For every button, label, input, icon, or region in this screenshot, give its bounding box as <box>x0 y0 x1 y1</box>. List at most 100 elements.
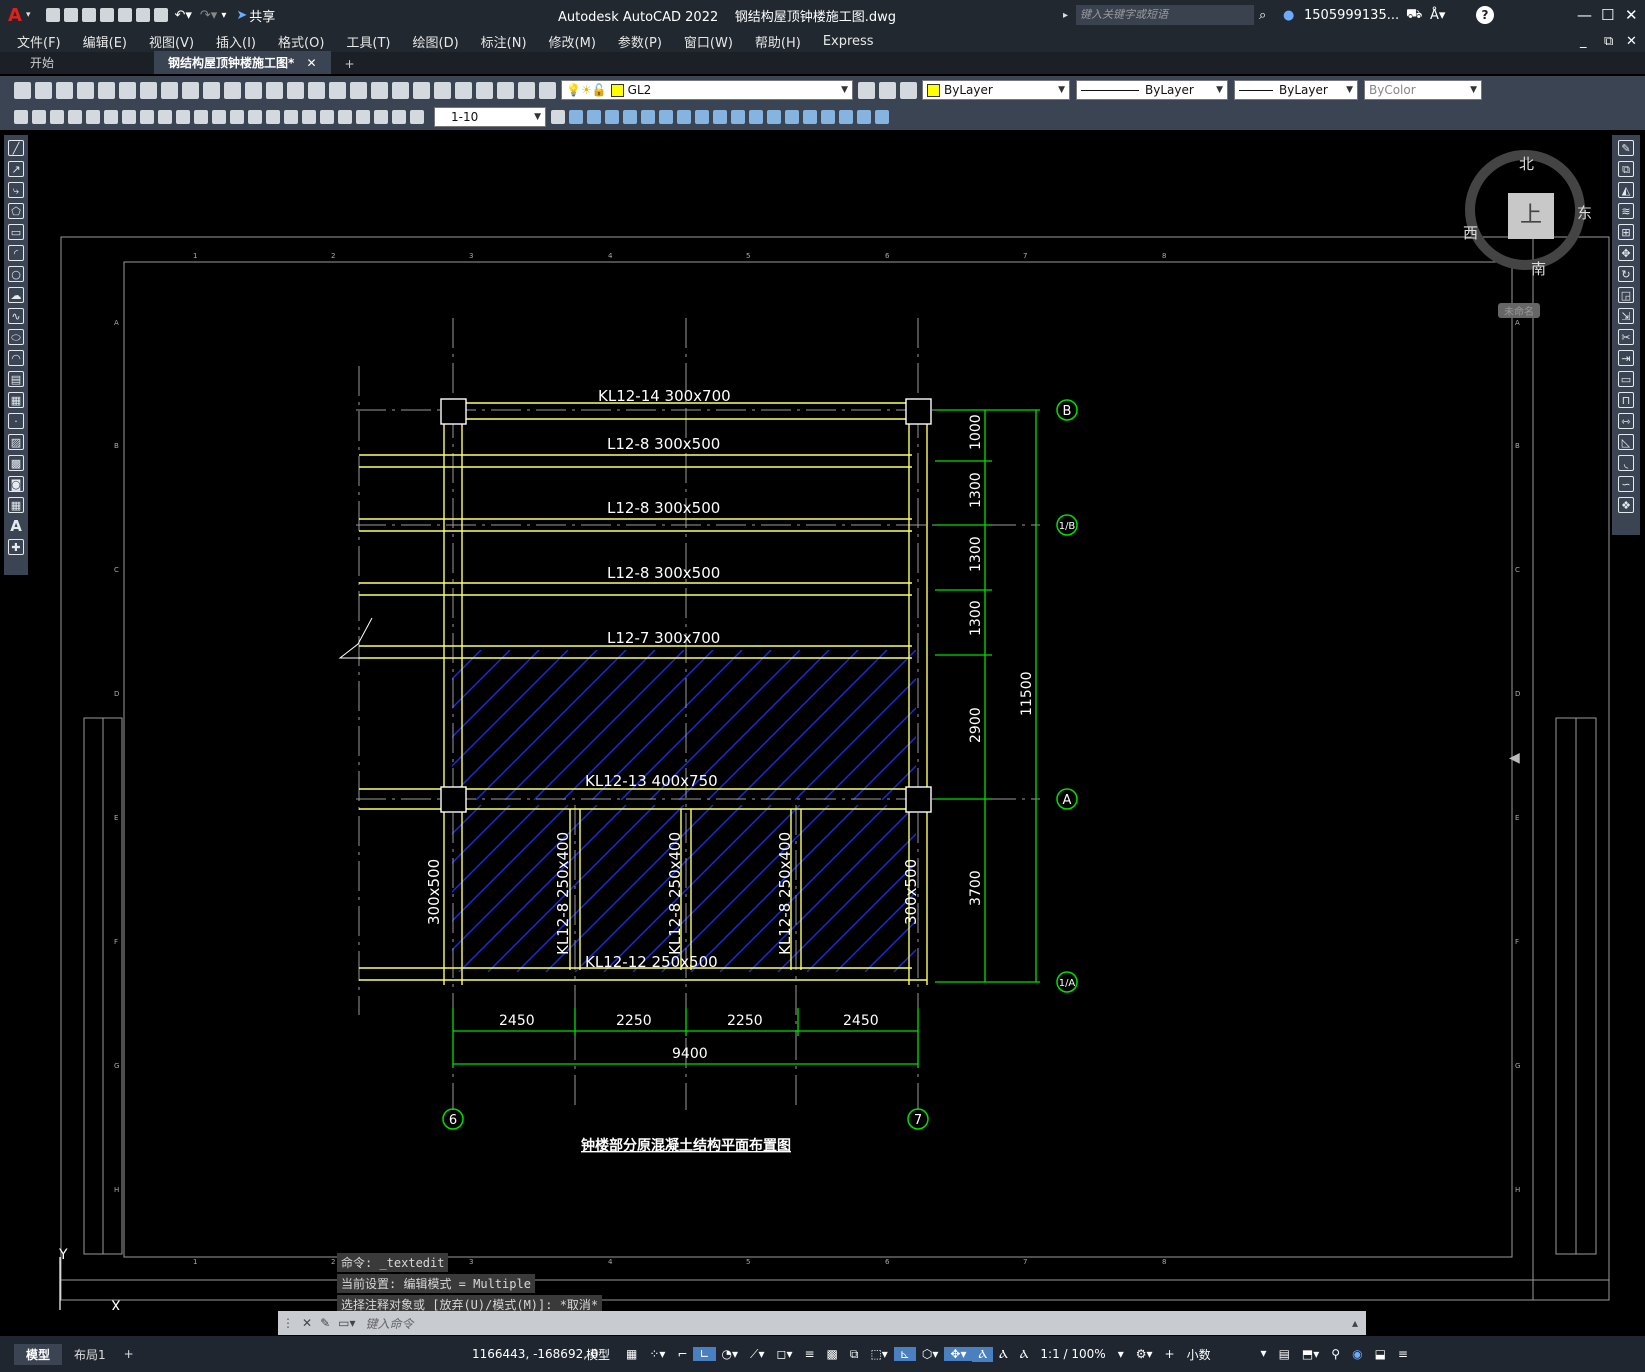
dim-break-icon[interactable] <box>284 110 298 124</box>
revolve-icon[interactable] <box>641 110 655 124</box>
blend-curves-icon[interactable]: ∽ <box>1618 476 1634 492</box>
chamfer-icon[interactable]: ◺ <box>1618 434 1634 450</box>
section-plane-icon[interactable] <box>857 110 871 124</box>
layer-dropdown[interactable]: 💡 ☀ 🔓 GL2 ▼ <box>561 80 853 100</box>
lineweight-icon[interactable]: ≡ <box>798 1347 820 1361</box>
dim-update-icon[interactable] <box>410 110 424 124</box>
3d-wedge-icon[interactable] <box>587 110 601 124</box>
make-current-layer-icon[interactable] <box>858 81 875 99</box>
viewcube-north[interactable]: 北 <box>1519 153 1534 174</box>
drawing-cleanup-icon[interactable] <box>14 110 28 124</box>
copy-object-icon[interactable]: ⧉ <box>1618 161 1634 177</box>
layer-previous-icon[interactable] <box>879 81 896 99</box>
auto-scale-icon[interactable]: Ⲁ <box>993 1347 1014 1362</box>
annotation-visibility-icon[interactable]: Ⲁ <box>972 1346 994 1362</box>
offset-icon[interactable]: ≋ <box>1618 203 1634 219</box>
command-grip-icon[interactable]: ⋮ <box>278 1316 298 1330</box>
dim-diameter-icon[interactable] <box>176 110 190 124</box>
dynamic-ucs-icon[interactable]: ⊾ <box>893 1347 916 1361</box>
clean-screen-icon[interactable]: ⬓ <box>1369 1347 1392 1361</box>
undo-tb-icon[interactable] <box>266 81 283 99</box>
properties-icon[interactable] <box>392 81 409 99</box>
search-icon[interactable]: ⌕ <box>1259 8 1266 23</box>
snap-icon[interactable]: ⁘▾ <box>643 1347 671 1361</box>
share-icon[interactable]: ➤ <box>226 8 249 23</box>
command-recent-icon[interactable]: ▴ <box>1344 1316 1366 1330</box>
quick-properties-icon[interactable]: ▤ <box>1273 1347 1296 1361</box>
dim-linear-icon[interactable] <box>68 110 82 124</box>
table-icon[interactable] <box>32 110 46 124</box>
polar-icon[interactable]: ◔▾ <box>716 1347 745 1361</box>
save-tb-icon[interactable] <box>56 81 73 99</box>
3d-box-icon[interactable] <box>569 110 583 124</box>
tab-active-drawing[interactable]: 钢结构屋顶钟楼施工图* ✕ <box>154 51 331 74</box>
calculator-icon[interactable] <box>497 81 514 99</box>
menu-format[interactable]: 格式(O) <box>267 32 335 51</box>
pan-icon[interactable] <box>308 81 325 99</box>
quick-dim-icon[interactable] <box>212 110 226 124</box>
menu-edit[interactable]: 编辑(E) <box>72 32 138 51</box>
new-icon[interactable] <box>14 81 31 99</box>
dim-text-edit-icon[interactable] <box>392 110 406 124</box>
menu-modify[interactable]: 修改(M) <box>538 32 607 51</box>
save-web-icon[interactable] <box>136 8 151 22</box>
break-at-point-icon[interactable]: ▭ <box>1618 371 1634 387</box>
viewcube-south[interactable]: 南 <box>1531 258 1546 279</box>
autodesk-a360-icon[interactable]: Å▾ <box>1430 8 1445 23</box>
cut-icon[interactable] <box>161 81 178 99</box>
3d-array-icon[interactable] <box>839 110 853 124</box>
extend-icon[interactable]: ⇥ <box>1618 350 1634 366</box>
viewcube-east[interactable]: 东 <box>1577 202 1592 223</box>
wcs-menu[interactable]: 未命名 <box>1498 303 1540 318</box>
isodraft-icon[interactable]: ⟋▾ <box>744 1347 770 1362</box>
join-icon[interactable]: ⇿ <box>1618 413 1634 429</box>
collapse-arrow-icon[interactable]: ◀ <box>1509 750 1520 766</box>
redo-icon[interactable]: ↷▾ <box>196 8 221 23</box>
menu-window[interactable]: 窗口(W) <box>673 32 744 51</box>
osnap-icon[interactable]: ◻▾ <box>770 1347 798 1361</box>
menu-express[interactable]: Express <box>812 34 885 49</box>
plot-icon[interactable] <box>154 8 169 22</box>
dim-angular-icon[interactable] <box>194 110 208 124</box>
open-file-icon[interactable] <box>64 8 79 22</box>
intersect-icon[interactable] <box>731 110 745 124</box>
explode-icon[interactable]: ❖ <box>1618 497 1634 513</box>
doc-close-icon[interactable]: ✕ <box>1626 34 1637 49</box>
command-close-icon[interactable]: ✕ <box>298 1316 316 1330</box>
mirror-icon[interactable]: ◭ <box>1618 182 1634 198</box>
cart-icon[interactable]: ⛟ <box>1406 7 1422 24</box>
layer-thaw-icon[interactable]: ☀ <box>581 83 592 97</box>
close-icon[interactable]: ✕ <box>1616 6 1645 24</box>
markup-icon[interactable] <box>476 81 493 99</box>
viewcube-top-face[interactable]: 上 <box>1508 193 1554 239</box>
layer-states-icon[interactable] <box>900 81 917 99</box>
customization-icon[interactable]: ≡ <box>1392 1347 1414 1361</box>
break-icon[interactable]: ⊓ <box>1618 392 1634 408</box>
trim-icon[interactable]: ✂ <box>1618 329 1634 345</box>
selection-cycling-icon[interactable]: ⧉ <box>844 1347 865 1362</box>
layer-lock-icon[interactable]: 🔓 <box>592 83 607 97</box>
model-space-button[interactable]: 模型 <box>580 1346 616 1363</box>
sheet-set-icon[interactable] <box>455 81 472 99</box>
slice-icon[interactable] <box>749 110 763 124</box>
rotate-icon[interactable]: ↻ <box>1618 266 1634 282</box>
lineweight-dropdown[interactable]: ByLayer ▼ <box>1234 80 1358 100</box>
tab-close-icon[interactable]: ✕ <box>306 56 316 70</box>
3d-osnap-icon[interactable]: ⬚▾ <box>864 1347 893 1361</box>
dim-aligned-icon[interactable] <box>86 110 100 124</box>
search-input[interactable]: 键入关键字或短语 <box>1076 5 1254 25</box>
quick-layer-icon[interactable] <box>50 110 64 124</box>
layer-properties-icon[interactable] <box>539 81 556 99</box>
paste-icon[interactable] <box>203 81 220 99</box>
save-icon[interactable] <box>82 8 97 22</box>
new-tab-button[interactable]: + <box>331 54 369 74</box>
menu-tools[interactable]: 工具(T) <box>335 32 401 51</box>
transparency-icon[interactable]: ▩ <box>821 1347 844 1361</box>
dim-continue-icon[interactable] <box>248 110 262 124</box>
gizmo-icon[interactable]: ✥▾ <box>944 1347 973 1361</box>
units-dropdown[interactable]: 小数 ▾ <box>1181 1346 1273 1363</box>
dim-arc-icon[interactable] <box>104 110 118 124</box>
match-properties-icon[interactable] <box>224 81 241 99</box>
jogged-linear-icon[interactable] <box>356 110 370 124</box>
center-mark-icon[interactable] <box>320 110 334 124</box>
